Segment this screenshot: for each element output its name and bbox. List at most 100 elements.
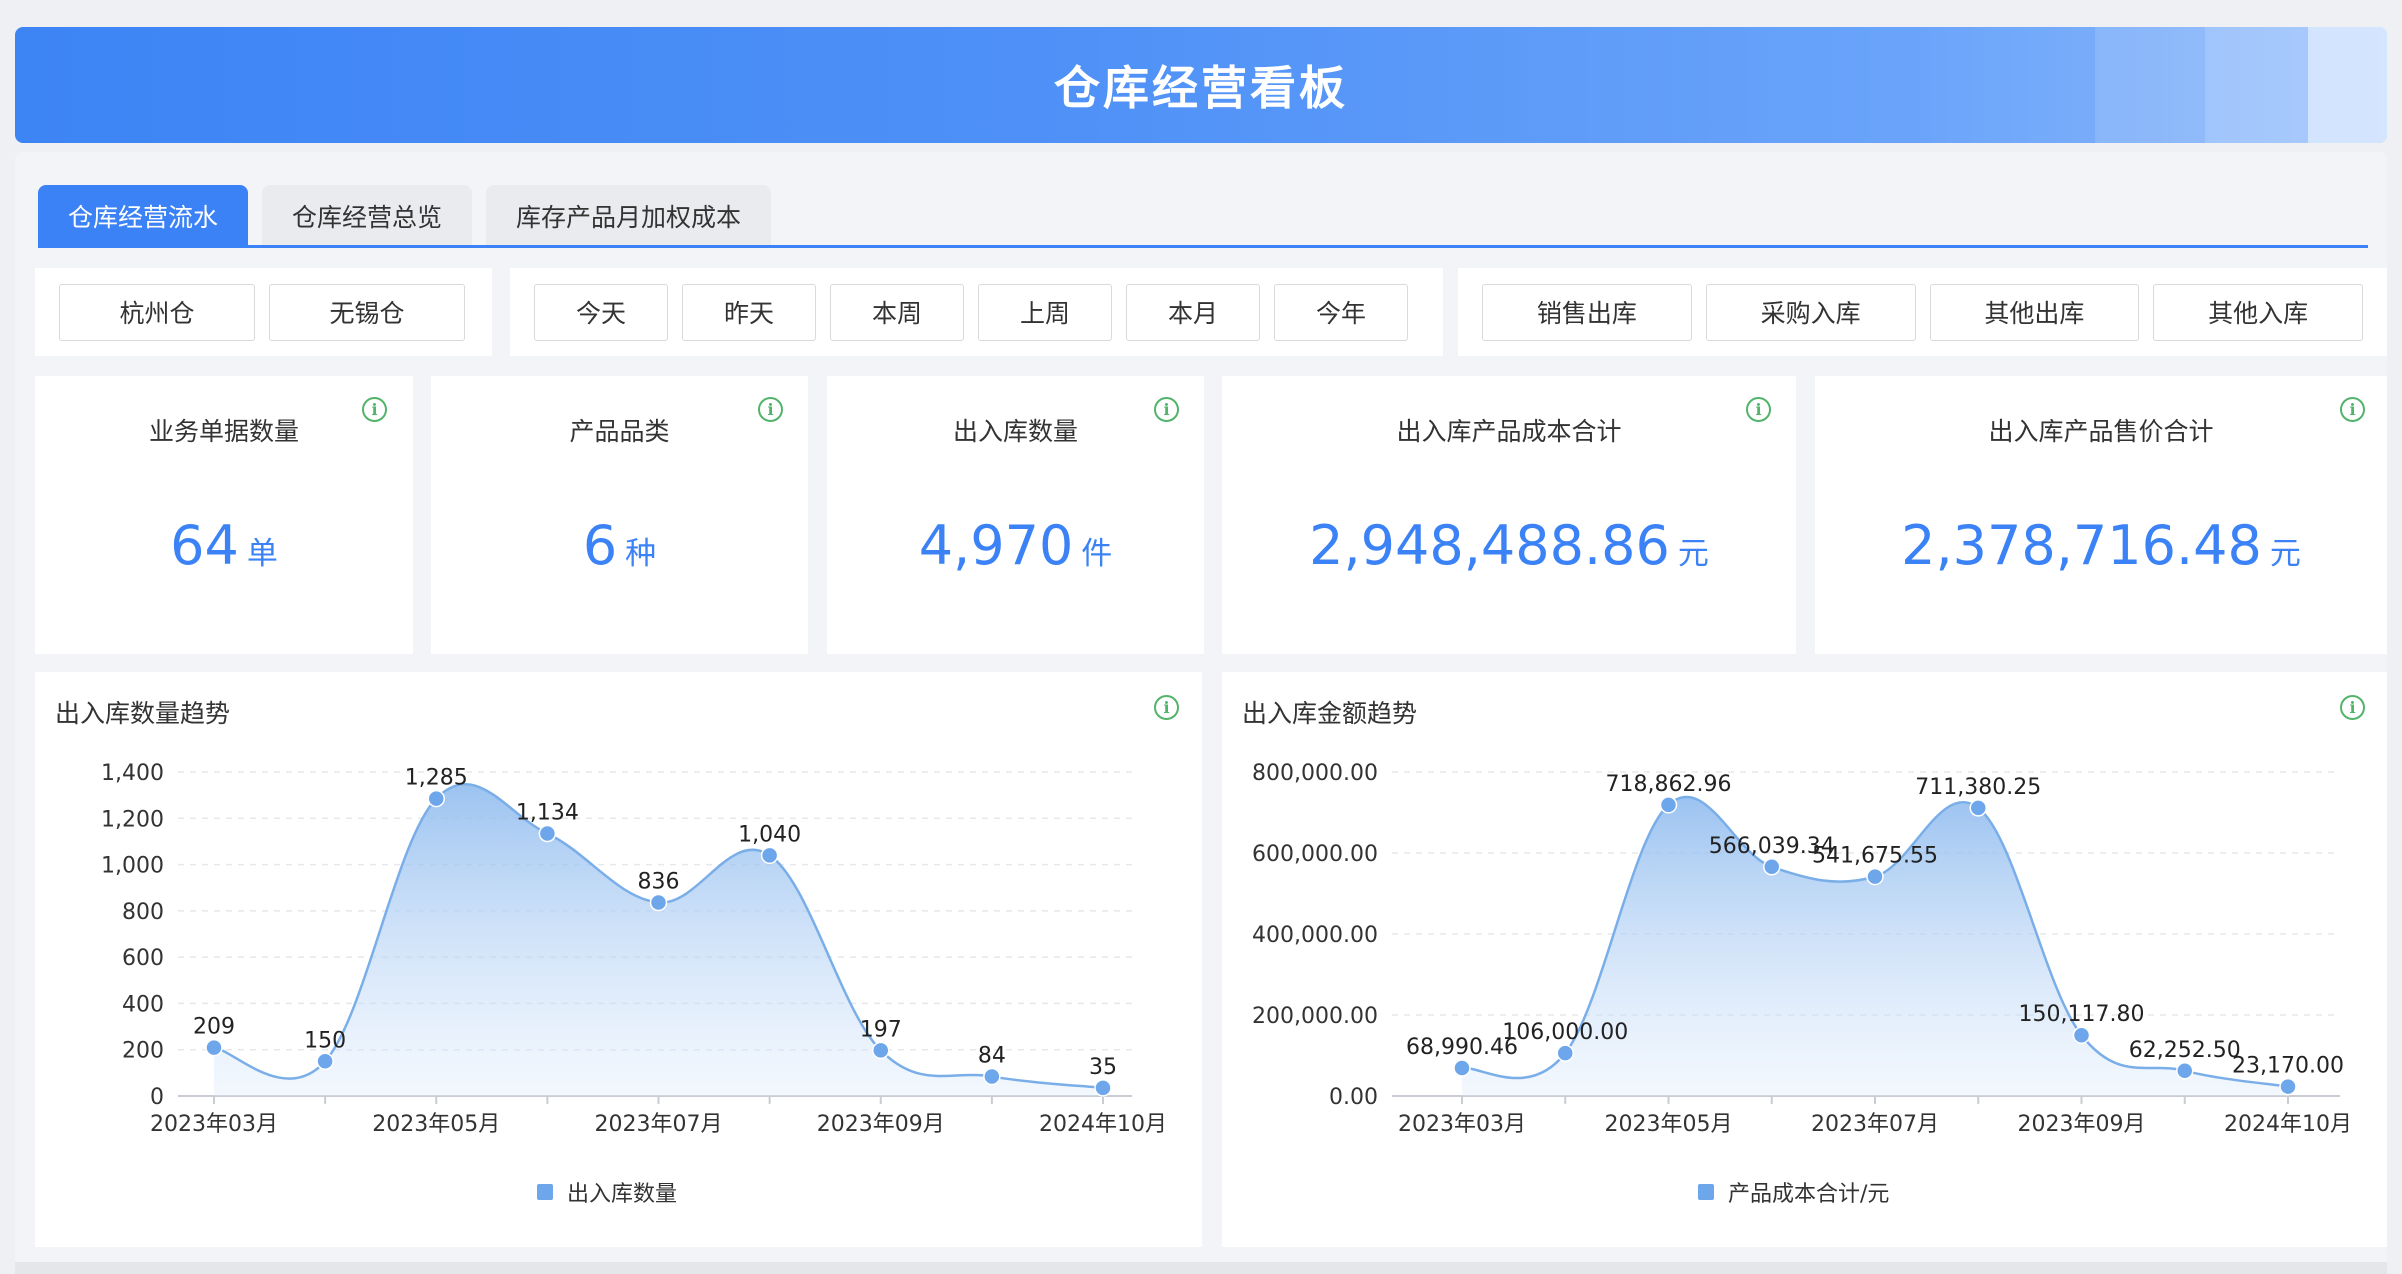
- data-point[interactable]: [2176, 1062, 2194, 1080]
- data-point[interactable]: [316, 1052, 334, 1071]
- info-circle-icon[interactable]: i: [1154, 695, 1179, 720]
- period-button-today[interactable]: 今天: [534, 283, 668, 341]
- x-tick-label: 2023年07月: [1811, 1112, 1939, 1137]
- data-point[interactable]: [205, 1038, 223, 1057]
- y-tick-label: 200,000.00: [1252, 1004, 1378, 1029]
- tab-warehouse-flow[interactable]: 仓库经营流水: [38, 185, 249, 247]
- data-label: 209: [193, 1015, 235, 1040]
- header-decor-bar: [2205, 27, 2308, 143]
- warehouse-button-hangzhou[interactable]: 杭州仓: [59, 283, 255, 341]
- info-circle-icon[interactable]: i: [758, 397, 783, 422]
- info-circle-icon[interactable]: i: [2340, 695, 2365, 720]
- period-button-this-month[interactable]: 本月: [1126, 283, 1260, 341]
- x-tick-label: 2023年07月: [595, 1112, 723, 1137]
- data-point[interactable]: [1094, 1079, 1112, 1097]
- dashboard-header: 仓库经营看板: [15, 27, 2387, 143]
- data-point[interactable]: [1969, 799, 1987, 817]
- legend-label: 产品成本合计/元: [1728, 1182, 1890, 1207]
- tab-warehouse-overview[interactable]: 仓库经营总览: [262, 185, 473, 247]
- type-button-sales-out[interactable]: 销售出库: [1482, 283, 1692, 341]
- y-tick-label: 1,200: [101, 807, 164, 832]
- y-tick-label: 0.00: [1329, 1085, 1378, 1110]
- legend-swatch: [1698, 1184, 1714, 1200]
- chart-legend[interactable]: 出入库数量: [537, 1176, 677, 1208]
- quantity-trend-chart-card: 出入库数量趋势 0 200 400 600 800 1,000 1,200 1,400 2023…: [35, 672, 1202, 1247]
- data-point[interactable]: [983, 1067, 1001, 1086]
- data-point[interactable]: [538, 824, 557, 843]
- data-point[interactable]: [760, 846, 779, 865]
- kpi-value: 64: [170, 514, 239, 577]
- legend-label: 出入库数量: [567, 1182, 678, 1207]
- tab-underline: [38, 245, 2368, 248]
- data-point[interactable]: [1453, 1059, 1471, 1077]
- data-label: 1,134: [516, 801, 579, 826]
- info-circle-icon[interactable]: i: [2340, 397, 2365, 422]
- y-tick-label: 0: [150, 1085, 164, 1110]
- info-circle-icon[interactable]: i: [1746, 397, 1771, 422]
- chart-legend[interactable]: 产品成本合计/元: [1698, 1176, 1889, 1208]
- x-tick-label: 2023年09月: [2018, 1112, 2146, 1137]
- y-tick-label: 400,000.00: [1252, 923, 1378, 948]
- y-tick-label: 1,400: [101, 761, 164, 786]
- y-tick-label: 800,000.00: [1252, 761, 1378, 786]
- data-label: 35: [1089, 1055, 1117, 1080]
- header-decor-bar: [2095, 27, 2205, 143]
- kpi-value-wrap: 2,378,716.48 元: [1815, 514, 2387, 577]
- data-label: 1,285: [405, 766, 468, 791]
- data-point[interactable]: [1763, 858, 1781, 876]
- kpi-value-wrap: 6种: [431, 514, 808, 577]
- info-circle-icon[interactable]: i: [362, 397, 387, 422]
- kpi-unit: 元: [2269, 536, 2301, 572]
- data-point[interactable]: [1556, 1044, 1574, 1062]
- x-tick-label: 2023年03月: [1398, 1112, 1526, 1137]
- kpi-card-categories: 产品品类 6种: [431, 376, 808, 654]
- data-point[interactable]: [1659, 796, 1678, 814]
- warehouse-button-wuxi[interactable]: 无锡仓: [269, 283, 465, 341]
- kpi-card-price-total: 出入库产品售价合计 2,378,716.48 元: [1815, 376, 2387, 654]
- kpi-unit: 元: [1677, 536, 1709, 572]
- kpi-card-quantity: 出入库数量 4,970 件: [827, 376, 1204, 654]
- data-label: 150: [304, 1028, 346, 1053]
- type-button-purchase-in[interactable]: 采购入库: [1705, 283, 1916, 341]
- data-label: 62,252.50: [2129, 1038, 2241, 1063]
- data-label: 711,380.25: [1915, 775, 2041, 800]
- x-tick-label: 2023年05月: [372, 1112, 500, 1137]
- kpi-card-documents: 业务单据数量 64 单: [35, 376, 413, 654]
- data-point[interactable]: [2072, 1026, 2091, 1044]
- data-label: 84: [978, 1044, 1006, 1069]
- quantity-trend-chart: 0 200 400 600 800 1,000 1,200 1,400 2023年03月 2023…: [101, 761, 1167, 1137]
- tab-weighted-cost[interactable]: 库存产品月加权成本: [486, 185, 772, 247]
- data-point[interactable]: [872, 1041, 890, 1060]
- kpi-value-wrap: 64 单: [35, 514, 413, 577]
- y-tick-label: 200: [122, 1039, 164, 1064]
- period-button-this-year[interactable]: 今年: [1274, 283, 1408, 341]
- type-filter-group: 销售出库 采购入库 其他出库 其他入库: [1458, 268, 2387, 356]
- kpi-value: 2,378,716.48: [1901, 514, 2262, 577]
- data-label: 106,000.00: [1502, 1020, 1628, 1045]
- series-area: [214, 784, 1103, 1096]
- kpi-card-cost-total: 出入库产品成本合计 2,948,488.86 元: [1222, 376, 1796, 654]
- data-label: 718,862.96: [1606, 772, 1732, 797]
- y-tick-label: 800: [122, 900, 164, 925]
- data-point[interactable]: [2279, 1077, 2297, 1096]
- kpi-unit: 件: [1081, 536, 1113, 572]
- period-button-last-week[interactable]: 上周: [978, 283, 1112, 341]
- info-circle-icon[interactable]: i: [1154, 397, 1179, 422]
- x-tick-label: 2023年03月: [150, 1112, 278, 1137]
- data-label: 150,117.80: [2019, 1002, 2145, 1027]
- kpi-value: 4,970: [918, 514, 1074, 577]
- y-tick-label: 600,000.00: [1252, 842, 1378, 867]
- page-title: 仓库经营看板: [1054, 61, 1348, 115]
- kpi-title: 业务单据数量: [148, 417, 299, 446]
- type-button-other-in[interactable]: 其他入库: [2153, 283, 2363, 341]
- data-point[interactable]: [1866, 867, 1884, 886]
- kpi-value: 2,948,488.86: [1309, 514, 1670, 577]
- period-button-yesterday[interactable]: 昨天: [682, 283, 816, 341]
- type-button-other-out[interactable]: 其他出库: [1929, 283, 2140, 341]
- tab-bar: 仓库经营流水 仓库经营总览 库存产品月加权成本: [38, 185, 772, 247]
- data-point[interactable]: [427, 789, 445, 808]
- data-label: 197: [860, 1017, 902, 1042]
- legend-swatch: [537, 1184, 553, 1200]
- period-button-this-week[interactable]: 本周: [830, 283, 964, 341]
- data-point[interactable]: [649, 893, 668, 912]
